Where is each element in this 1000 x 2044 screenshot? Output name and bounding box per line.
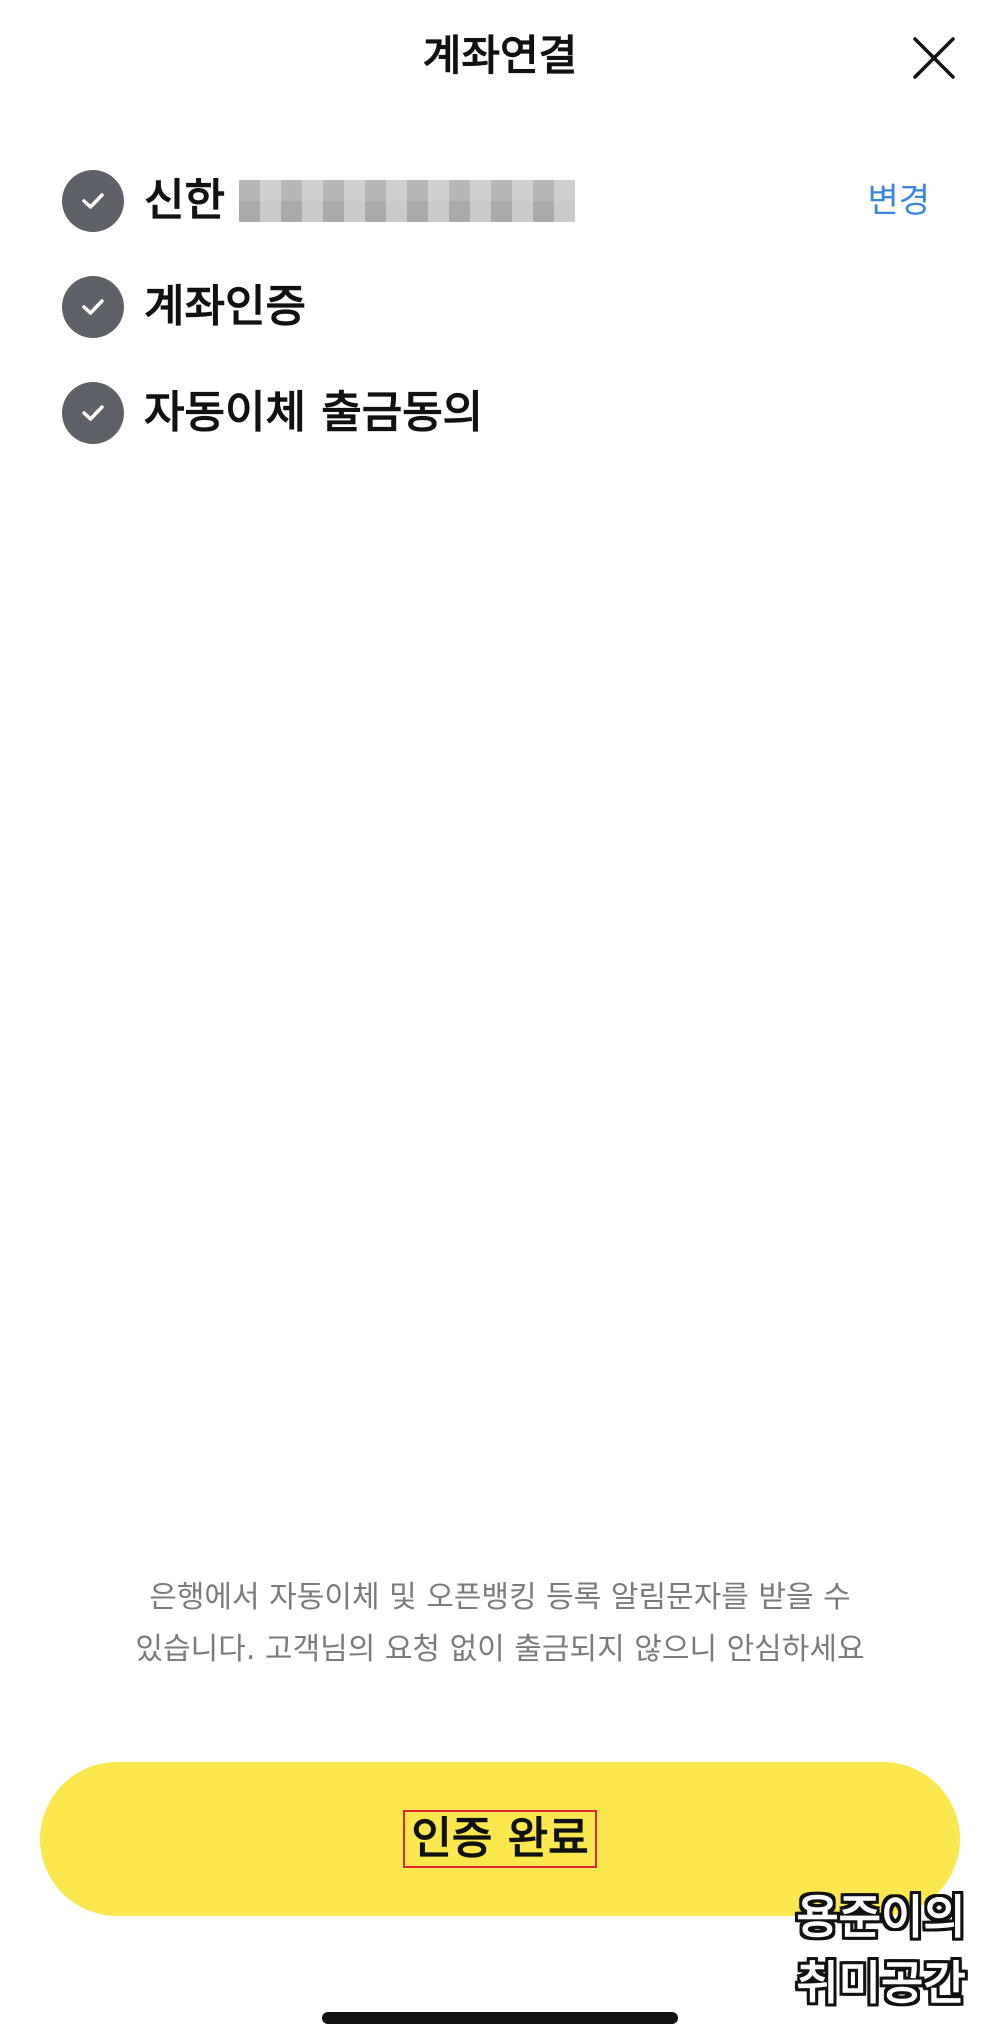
verify-complete-label: 인증 완료 [403, 1810, 597, 1868]
home-indicator [322, 2012, 678, 2024]
step-bank-account: 신한 [62, 170, 575, 232]
close-button[interactable] [906, 30, 962, 86]
bank-name: 신한 [144, 175, 225, 226]
step-label: 자동이체 출금동의 [144, 387, 484, 438]
watermark: 용준이의 취미공간 [796, 1890, 966, 2010]
masked-account-number [238, 180, 575, 222]
close-icon[interactable] [912, 36, 956, 80]
step-account-verification: 계좌인증 [62, 276, 306, 338]
change-account-link[interactable]: 변경 [867, 176, 930, 226]
check-circle-icon [62, 382, 124, 444]
check-circle-icon [62, 276, 124, 338]
step-autopay-consent: 자동이체 출금동의 [62, 382, 483, 444]
step-label: 계좌인증 [144, 281, 306, 332]
page-title: 계좌연결 [422, 31, 578, 80]
check-circle-icon [62, 170, 124, 232]
notice-text: 은행에서 자동이체 및 오픈뱅킹 등록 알림문자를 받을 수 있습니다. 고객님… [0, 1572, 1000, 1676]
notice-line-1: 은행에서 자동이체 및 오픈뱅킹 등록 알림문자를 받을 수 [149, 1580, 851, 1615]
notice-line-2: 있습니다. 고객님의 요청 없이 출금되지 않으니 안심하세요 [135, 1632, 865, 1667]
